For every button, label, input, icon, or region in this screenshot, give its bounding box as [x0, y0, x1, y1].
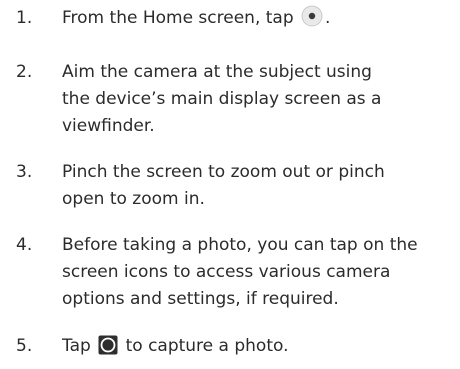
step-line-suffix: .	[325, 8, 331, 28]
step-text: From the Home screen, tap .	[62, 5, 457, 36]
step-line: the device’s main display screen as a	[62, 89, 382, 109]
step-number: 4.	[16, 235, 33, 255]
step-line-suffix: to capture a photo.	[125, 336, 289, 356]
step-number: 5.	[16, 336, 33, 356]
step-text: Pinch the screen to zoom out or pinch op…	[62, 159, 457, 213]
step-text: Tap to capture a photo.	[62, 333, 457, 364]
step-line: open to zoom in.	[62, 189, 205, 209]
step-text: Before taking a photo, you can tap on th…	[62, 232, 457, 313]
step-line: Aim the camera at the subject using	[62, 62, 372, 82]
step-line: viewfinder.	[62, 116, 155, 136]
step-line: screen icons to access various camera	[62, 262, 391, 282]
step-line: From the Home screen, tap	[62, 8, 294, 28]
step-line: Pinch the screen to zoom out or pinch	[62, 162, 385, 182]
step-text: Aim the camera at the subject using the …	[62, 59, 457, 140]
step-line: options and settings, if required.	[62, 289, 339, 309]
step-line: Tap	[62, 336, 91, 356]
camera-app-icon	[301, 5, 323, 36]
step-number: 3.	[16, 162, 33, 182]
step-number: 2.	[16, 62, 33, 82]
step-line: Before taking a photo, you can tap on th…	[62, 235, 418, 255]
step-number: 1.	[16, 8, 33, 28]
shutter-button-icon	[98, 335, 118, 364]
